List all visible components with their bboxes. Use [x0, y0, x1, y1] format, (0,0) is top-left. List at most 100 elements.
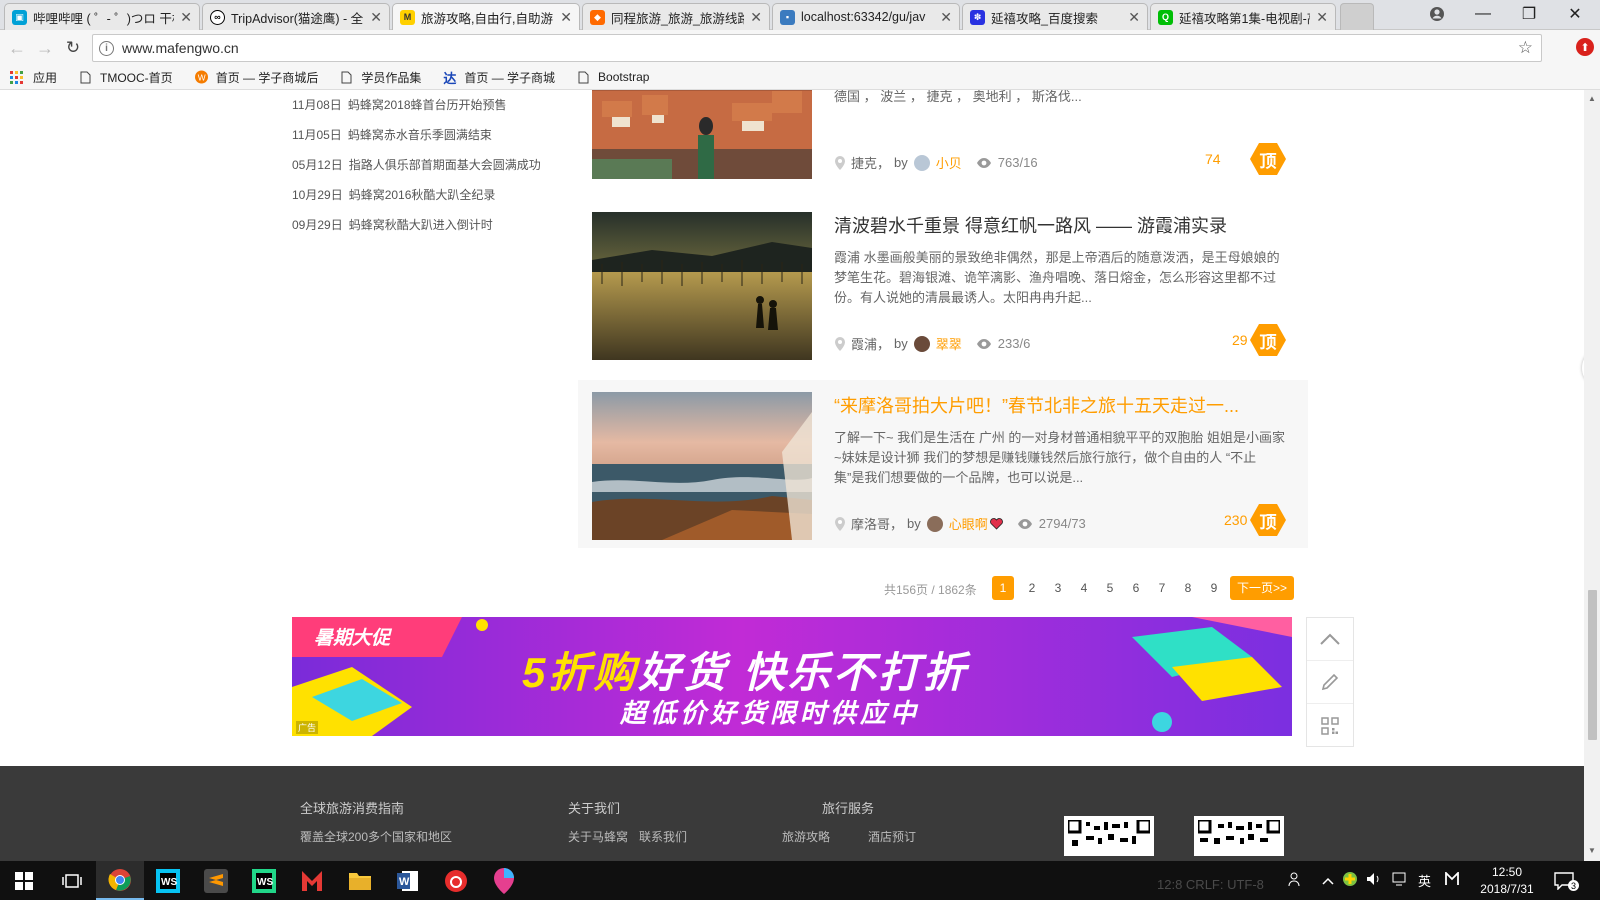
- vote-up-button[interactable]: 顶: [1249, 503, 1287, 537]
- footer-link[interactable]: 旅游攻略: [782, 828, 830, 845]
- next-page-button[interactable]: 下一页>>: [1230, 576, 1294, 600]
- close-tab-icon[interactable]: ✕: [370, 9, 382, 26]
- bookmark-works[interactable]: 学员作品集: [340, 69, 421, 86]
- news-item[interactable]: 10月29日 蚂蜂窝2016秋酷大趴全纪录: [292, 180, 541, 210]
- browser-tab[interactable]: ▣ 哔哩哔哩 ( ゜- ゜)つロ 干杯~ ✕: [4, 3, 200, 30]
- news-item[interactable]: 09月29日 蚂蜂窝秋酷大趴进入倒计时: [292, 210, 541, 240]
- start-icon[interactable]: [0, 861, 48, 900]
- footer-link[interactable]: 关于马蜂窝: [568, 828, 628, 845]
- article-thumbnail[interactable]: [592, 212, 812, 360]
- news-item[interactable]: 11月08日 蚂蜂窝2018蜂首台历开始预售: [292, 90, 541, 120]
- svg-text:WS: WS: [257, 877, 273, 888]
- article-location[interactable]: 摩洛哥: [851, 514, 890, 533]
- reload-icon[interactable]: ↻: [62, 37, 84, 59]
- page-link[interactable]: 7: [1151, 576, 1173, 600]
- close-tab-icon[interactable]: ✕: [750, 9, 762, 26]
- address-bar[interactable]: i www.mafengwo.cn ☆: [92, 34, 1542, 62]
- scroll-up-icon[interactable]: ▲: [1588, 94, 1596, 103]
- article-location[interactable]: 捷克: [851, 153, 877, 172]
- browser-tab[interactable]: ◆ 同程旅游_旅游_旅游线路 ✕: [582, 3, 770, 30]
- back-icon[interactable]: ←: [6, 37, 28, 59]
- restore-icon[interactable]: ❐: [1506, 0, 1552, 28]
- task-view-icon[interactable]: [48, 861, 96, 900]
- close-tab-icon[interactable]: ✕: [180, 9, 192, 26]
- taskbar-clock[interactable]: 12:50 2018/7/31: [1472, 864, 1542, 898]
- article-author[interactable]: 翠翠: [936, 334, 962, 353]
- scroll-down-icon[interactable]: ▼: [1588, 846, 1596, 855]
- vote-up-button[interactable]: 顶: [1249, 323, 1287, 357]
- news-item[interactable]: 05月12日 指路人俱乐部首期面基大会圆满成功: [292, 150, 541, 180]
- footer-link[interactable]: 酒店预订: [868, 828, 916, 845]
- avatar[interactable]: [913, 154, 930, 171]
- close-tab-icon[interactable]: ✕: [1316, 9, 1328, 26]
- page-link[interactable]: 5: [1099, 576, 1121, 600]
- bookmark-shop[interactable]: 达 首页 — 学子商城: [443, 69, 555, 86]
- maps-icon[interactable]: [480, 861, 528, 900]
- webstorm-icon[interactable]: WS: [144, 861, 192, 900]
- avatar[interactable]: [926, 515, 943, 532]
- article-title[interactable]: 清波碧水千重景 得意红帆一路风 —— 游霞浦实录: [834, 212, 1227, 238]
- article-thumbnail[interactable]: [592, 392, 812, 540]
- page-link[interactable]: 8: [1177, 576, 1199, 600]
- news-item[interactable]: 11月05日 蚂蜂窝赤水音乐季圆满结束: [292, 120, 541, 150]
- qrcode-button[interactable]: [1307, 704, 1353, 747]
- page-link-current[interactable]: 1: [992, 576, 1014, 600]
- page-link[interactable]: 6: [1125, 576, 1147, 600]
- browser-tab[interactable]: Q 延禧攻略第1集-电视剧-高 ✕: [1150, 3, 1336, 30]
- netease-music-icon[interactable]: [432, 861, 480, 900]
- avatar[interactable]: [913, 335, 930, 352]
- bookmark-apps[interactable]: 应用: [10, 69, 57, 86]
- minimize-icon[interactable]: —: [1460, 0, 1506, 28]
- network-icon[interactable]: [1392, 872, 1408, 889]
- article-title[interactable]: “来摩洛哥拍大片吧！”春节北非之旅十五天走过一...: [834, 392, 1239, 418]
- bookmark-tmooc[interactable]: TMOOC-首页: [79, 69, 173, 86]
- page-icon: [340, 70, 353, 84]
- volume-icon[interactable]: [1366, 872, 1382, 889]
- url-text[interactable]: www.mafengwo.cn: [122, 40, 239, 56]
- back-to-top-button[interactable]: [1307, 618, 1353, 661]
- security-shield-icon[interactable]: [1342, 871, 1358, 890]
- mx-icon[interactable]: [288, 861, 336, 900]
- close-window-icon[interactable]: ✕: [1552, 0, 1598, 28]
- promo-banner[interactable]: 暑期大促 5折购好货 快乐不打折 超低价好货限时供应中 广告: [292, 617, 1292, 736]
- browser-tab[interactable]: ✽ 延禧攻略_百度搜索 ✕: [962, 3, 1148, 30]
- footer-link[interactable]: 联系我们: [639, 828, 687, 845]
- file-explorer-icon[interactable]: [336, 861, 384, 900]
- people-icon[interactable]: [1288, 871, 1304, 890]
- page-scrollbar[interactable]: ▲ ▼: [1584, 90, 1600, 861]
- bookmark-star-icon[interactable]: ☆: [1518, 38, 1533, 58]
- vote-up-button[interactable]: 顶: [1249, 142, 1287, 176]
- ime-indicator[interactable]: 英: [1418, 871, 1431, 890]
- tray-expand-icon[interactable]: [1322, 873, 1334, 888]
- close-tab-icon[interactable]: ✕: [1128, 9, 1140, 26]
- info-icon[interactable]: i: [99, 40, 114, 56]
- page-link[interactable]: 3: [1047, 576, 1069, 600]
- profile-icon[interactable]: [1414, 0, 1460, 28]
- bookmark-shop-admin[interactable]: W 首页 — 学子商城后: [194, 69, 318, 86]
- svg-text:W: W: [197, 73, 205, 83]
- new-tab-button[interactable]: [1340, 3, 1374, 30]
- browser-tab-active[interactable]: M 旅游攻略,自由行,自助游 ✕: [392, 3, 580, 30]
- sublime-icon[interactable]: [192, 861, 240, 900]
- article-author[interactable]: 心眼啊: [949, 514, 988, 533]
- forward-icon[interactable]: →: [34, 37, 56, 59]
- article-thumbnail[interactable]: [592, 90, 812, 179]
- word-icon[interactable]: W: [384, 861, 432, 900]
- page-link[interactable]: 2: [1021, 576, 1043, 600]
- bookmark-bootstrap[interactable]: Bootstrap: [577, 70, 649, 84]
- page-link[interactable]: 9: [1203, 576, 1225, 600]
- scrollbar-thumb[interactable]: [1588, 590, 1597, 740]
- action-center-icon[interactable]: 3: [1554, 861, 1579, 900]
- extension-icon[interactable]: ⬆: [1576, 38, 1594, 56]
- page-link[interactable]: 4: [1073, 576, 1095, 600]
- close-tab-icon[interactable]: ✕: [940, 9, 952, 26]
- article-author[interactable]: 小贝: [936, 153, 962, 172]
- webstorm-icon[interactable]: WS: [240, 861, 288, 900]
- feedback-button[interactable]: [1307, 661, 1353, 704]
- close-tab-icon[interactable]: ✕: [560, 9, 572, 26]
- ime-mode-icon[interactable]: [1445, 870, 1459, 889]
- browser-tab[interactable]: ∞ TripAdvisor(猫途鹰) - 全 ✕: [202, 3, 390, 30]
- chrome-icon[interactable]: [96, 861, 144, 900]
- browser-tab[interactable]: ▪ localhost:63342/gu/jav ✕: [772, 3, 960, 30]
- article-location[interactable]: 霞浦: [851, 334, 877, 353]
